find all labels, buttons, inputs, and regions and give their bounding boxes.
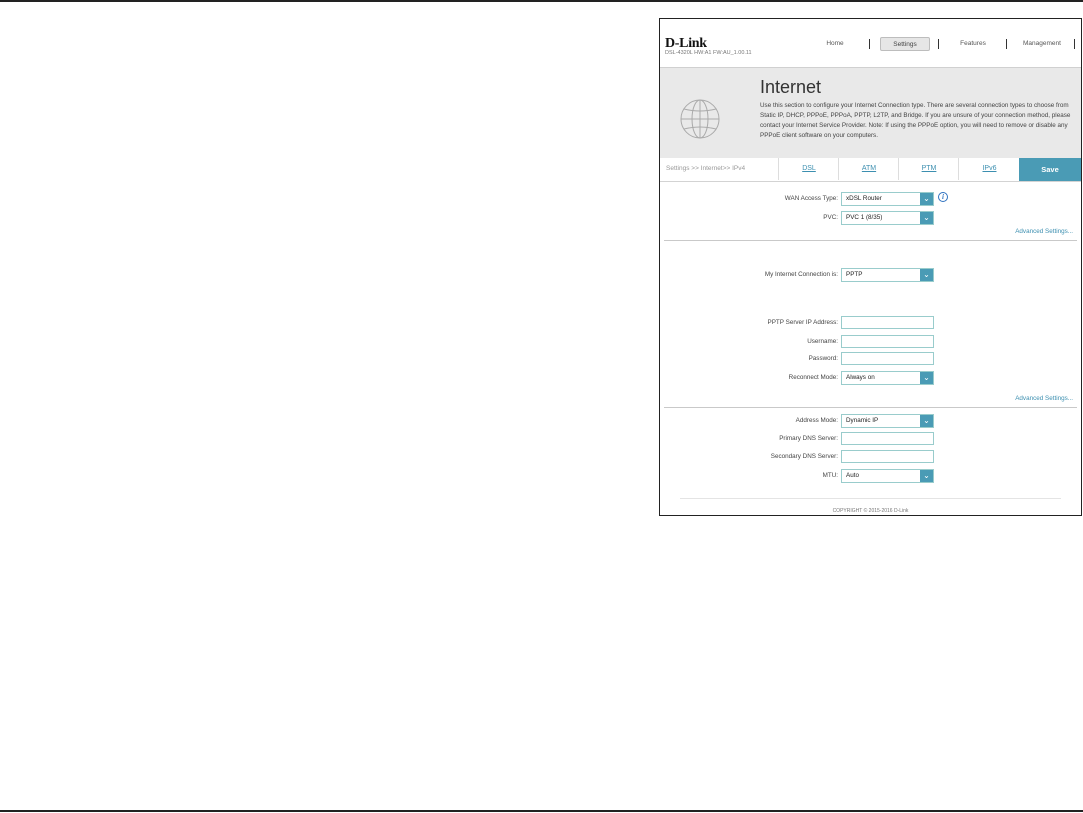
chevron-down-icon: ⌄ — [920, 470, 933, 482]
nav-separator — [869, 39, 870, 49]
connection-type-select[interactable]: PPTP ⌄ — [841, 268, 934, 282]
connection-type-value: PPTP — [846, 271, 863, 278]
secondary-dns-label: Secondary DNS Server: — [770, 453, 838, 460]
pptp-server-input[interactable] — [841, 316, 934, 329]
footer-divider — [680, 498, 1061, 499]
page-title: Internet — [760, 77, 822, 97]
section-divider — [664, 407, 1077, 408]
nav-separator — [1074, 39, 1075, 49]
page-description: Use this section to configure your Inter… — [760, 102, 1071, 139]
advanced-settings-link[interactable]: Advanced Settings... — [1015, 395, 1073, 402]
tab-ipv6[interactable]: IPv6 — [958, 158, 1020, 180]
address-mode-value: Dynamic IP — [846, 417, 879, 424]
nav-settings[interactable]: Settings — [880, 37, 930, 51]
wan-access-type-select[interactable]: xDSL Router ⌄ — [841, 192, 934, 206]
connection-type-label: My Internet Connection is: — [764, 271, 838, 278]
reconnect-mode-label: Reconnect Mode: — [788, 374, 838, 381]
tab-dsl[interactable]: DSL — [778, 158, 839, 180]
reconnect-mode-select[interactable]: Always on ⌄ — [841, 371, 934, 385]
header: D-Link DSL-4320L HW:A1 FW:AU_1.00.11 Hom… — [660, 19, 1081, 67]
globe-icon — [680, 99, 720, 139]
save-button[interactable]: Save — [1019, 158, 1081, 181]
mtu-value: Auto — [846, 472, 859, 479]
address-mode-label: Address Mode: — [795, 417, 838, 424]
chevron-down-icon: ⌄ — [920, 193, 933, 205]
password-input[interactable] — [841, 352, 934, 365]
username-label: Username: — [807, 338, 838, 345]
chevron-down-icon: ⌄ — [920, 372, 933, 384]
page-top-rule — [0, 0, 1083, 2]
nav-separator — [1006, 39, 1007, 49]
reconnect-mode-value: Always on — [846, 374, 875, 381]
router-settings-screenshot: D-Link DSL-4320L HW:A1 FW:AU_1.00.11 Hom… — [659, 18, 1082, 516]
nav-separator — [938, 39, 939, 49]
tab-ptm[interactable]: PTM — [898, 158, 959, 180]
primary-dns-input[interactable] — [841, 432, 934, 445]
chevron-down-icon: ⌄ — [920, 269, 933, 281]
nav-home[interactable]: Home — [814, 37, 856, 51]
nav-management[interactable]: Management — [1016, 37, 1068, 51]
page-banner: Internet Use this section to configure y… — [660, 67, 1081, 159]
page-bottom-rule — [0, 810, 1083, 812]
breadcrumb: Settings >> Internet>> IPv4 — [666, 165, 746, 172]
pvc-select[interactable]: PVC 1 (8/35) ⌄ — [841, 211, 934, 225]
chevron-down-icon: ⌄ — [920, 212, 933, 224]
address-mode-select[interactable]: Dynamic IP ⌄ — [841, 414, 934, 428]
pvc-label: PVC: — [823, 214, 838, 221]
pvc-value: PVC 1 (8/35) — [846, 214, 883, 221]
chevron-down-icon: ⌄ — [920, 415, 933, 427]
nav-features[interactable]: Features — [950, 37, 996, 51]
model-info: DSL-4320L HW:A1 FW:AU_1.00.11 — [665, 50, 752, 56]
mtu-label: MTU: — [822, 472, 838, 479]
mtu-select[interactable]: Auto ⌄ — [841, 469, 934, 483]
pptp-server-label: PPTP Server IP Address: — [767, 319, 838, 326]
info-icon[interactable]: i — [938, 192, 948, 202]
wan-access-type-label: WAN Access Type: — [784, 195, 838, 202]
primary-dns-label: Primary DNS Server: — [779, 435, 838, 442]
wan-access-type-value: xDSL Router — [846, 195, 882, 202]
secondary-dns-input[interactable] — [841, 450, 934, 463]
copyright: COPYRIGHT © 2015-2016 D-Link — [832, 508, 909, 514]
tab-bar: Settings >> Internet>> IPv4 DSL ATM PTM … — [660, 158, 1081, 182]
advanced-settings-link[interactable]: Advanced Settings... — [1015, 228, 1073, 235]
password-label: Password: — [808, 355, 838, 362]
tab-atm[interactable]: ATM — [838, 158, 899, 180]
section-divider — [664, 240, 1077, 241]
username-input[interactable] — [841, 335, 934, 348]
